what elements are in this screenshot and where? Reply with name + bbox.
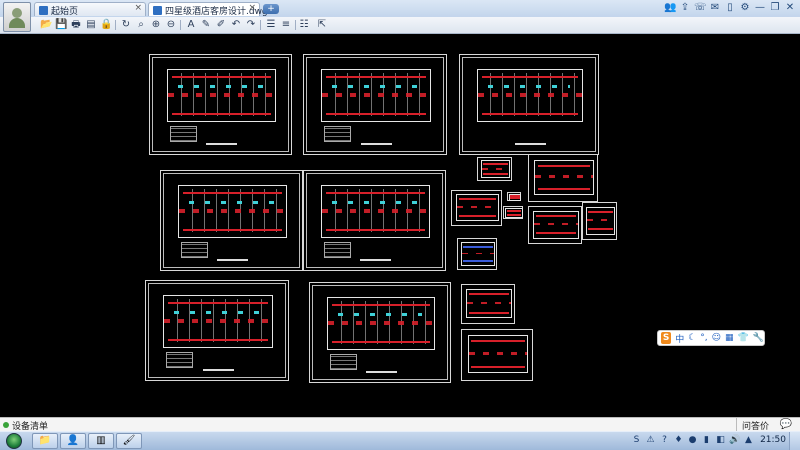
drawing-sheet[interactable] — [303, 170, 446, 271]
close-tab-icon[interactable]: × — [134, 3, 142, 13]
tab-start-page[interactable]: 起始页 × — [34, 2, 146, 17]
title-bar: 起始页 × 四星级酒店客房设计.dwg × + 👥 ⇪ ☏ ✉ ▯ ⚙ — ❐ … — [0, 0, 800, 18]
chat-icon[interactable]: 💬 — [780, 419, 792, 430]
system-tray: S ⚠ ? ♦ ● ▮ ◧ 🔊 ▲ — [631, 435, 754, 446]
drawing-sheet[interactable] — [459, 54, 599, 155]
keyboard-icon[interactable]: ▦ — [725, 333, 734, 343]
tab-dwg-file[interactable]: 四星级酒店客房设计.dwg × — [148, 2, 268, 17]
minimize-icon[interactable]: — — [754, 2, 766, 14]
save-icon[interactable]: 💾 — [55, 19, 67, 31]
close-tab-icon[interactable]: × — [248, 3, 256, 13]
tab-label: 起始页 — [51, 7, 79, 17]
warning-tray-icon[interactable]: ⚠ — [645, 435, 656, 446]
restore-icon[interactable]: ❐ — [769, 2, 781, 14]
drawing-sheet[interactable] — [160, 170, 303, 271]
clock[interactable]: 21:50 — [760, 435, 786, 445]
drawing-sheet[interactable] — [149, 54, 292, 155]
books-app-task[interactable]: ▥ — [88, 433, 114, 449]
avatar-head — [12, 8, 22, 18]
dwg-file-icon — [153, 6, 162, 15]
skin-icon[interactable]: 👕 — [738, 333, 749, 343]
network-tray-icon[interactable]: ◧ — [715, 435, 726, 446]
detail-sheet[interactable] — [503, 206, 523, 219]
start-button[interactable] — [6, 433, 22, 449]
ime-toolbar[interactable]: S 中 ☾ °, ☺ ▦ 👕 🔧 — [657, 330, 765, 346]
undo-icon[interactable]: ↶ — [230, 19, 242, 31]
status-indicator-icon — [3, 422, 9, 428]
ime-chinese-mode[interactable]: 中 — [675, 332, 684, 345]
share-icon[interactable]: ⇪ — [679, 2, 691, 14]
show-desktop-button[interactable] — [789, 432, 800, 450]
drawing-sheet[interactable] — [309, 282, 451, 383]
lock-icon[interactable]: 🔒 — [100, 19, 112, 31]
moon-icon[interactable]: ☾ — [688, 333, 696, 343]
detail-sheet[interactable] — [461, 329, 533, 381]
close-icon[interactable]: ✕ — [784, 2, 796, 14]
detail-sheet[interactable] — [528, 206, 582, 244]
detail-sheet[interactable] — [461, 284, 515, 324]
separator — [180, 20, 181, 30]
pdf-icon[interactable]: ▤ — [85, 19, 97, 31]
mobile-icon[interactable]: ▯ — [724, 2, 736, 14]
layers-stack-icon[interactable]: ☷ — [298, 19, 310, 31]
separator — [295, 20, 296, 30]
detail-sheet[interactable] — [457, 238, 497, 270]
zoom-out-icon[interactable]: ⊖ — [165, 19, 177, 31]
avatar-body — [9, 18, 25, 28]
detail-sheet[interactable] — [507, 192, 522, 201]
detail-sheet[interactable] — [528, 154, 598, 202]
layer-color-icon[interactable]: ≡ — [280, 19, 292, 31]
volume-tray-icon[interactable]: 🔊 — [729, 435, 740, 446]
separator — [260, 20, 261, 30]
detail-sheet[interactable] — [451, 190, 502, 226]
wrench-icon[interactable]: 🔧 — [753, 333, 764, 343]
sogou-logo-icon[interactable]: S — [661, 332, 672, 344]
explorer-task[interactable]: 📁 — [32, 433, 58, 449]
open-file-icon[interactable]: 📂 — [40, 19, 52, 31]
status-bar: 设备清单 问答价 💬 — [0, 417, 800, 433]
home-icon — [39, 6, 48, 15]
show-hidden-icons[interactable]: ▲ — [743, 435, 754, 446]
zoom-in-icon[interactable]: ⊕ — [150, 19, 162, 31]
window-controls: 👥 ⇪ ☏ ✉ ▯ ⚙ — ❐ ✕ — [664, 2, 796, 15]
rotate-icon[interactable]: ↻ — [120, 19, 132, 31]
help-tray-icon[interactable]: ? — [659, 435, 670, 446]
layer-icon[interactable]: ☰ — [265, 19, 277, 31]
marker-icon[interactable]: ✐ — [215, 19, 227, 31]
drawing-sheet[interactable] — [145, 280, 289, 381]
battery-tray-icon[interactable]: ▮ — [701, 435, 712, 446]
user-app-task[interactable]: 👤 — [60, 433, 86, 449]
separator — [115, 20, 116, 30]
zoom-window-icon[interactable]: ⌕ — [135, 19, 147, 31]
drawing-canvas[interactable] — [0, 34, 800, 417]
new-tab-button[interactable]: + — [263, 4, 279, 14]
settings-icon[interactable]: ⚙ — [739, 2, 751, 14]
toolbar: 📂 💾 🖶 ▤ 🔒 ↻ ⌕ ⊕ ⊖ A ✎ ✐ ↶ ↷ ☰ ≡ ☷ ⇱ — [0, 17, 800, 34]
print-icon[interactable]: 🖶 — [70, 19, 82, 31]
detail-sheet[interactable] — [582, 202, 617, 240]
sogou-tray-icon[interactable]: S — [631, 435, 642, 446]
export-icon[interactable]: ⇱ — [316, 19, 328, 31]
paint-app-task[interactable]: 🖌 — [116, 433, 142, 449]
message-icon[interactable]: ✉ — [709, 2, 721, 14]
user-avatar[interactable] — [3, 2, 31, 32]
status-tray-icon[interactable]: ● — [687, 435, 698, 446]
redo-icon[interactable]: ↷ — [245, 19, 257, 31]
detail-sheet[interactable] — [477, 157, 512, 181]
text-icon[interactable]: A — [185, 19, 197, 31]
app-tray-icon[interactable]: ♦ — [673, 435, 684, 446]
phone-icon[interactable]: ☏ — [694, 2, 707, 14]
drawing-sheet[interactable] — [303, 54, 447, 155]
emoji-icon[interactable]: ☺ — [712, 333, 721, 343]
pencil-icon[interactable]: ✎ — [200, 19, 212, 31]
taskbar: 📁 👤 ▥ 🖌 S ⚠ ? ♦ ● ▮ ◧ 🔊 ▲ 21:50 — [0, 431, 800, 450]
punctuation-icon[interactable]: °, — [700, 333, 707, 343]
user-icon[interactable]: 👥 — [664, 2, 676, 14]
